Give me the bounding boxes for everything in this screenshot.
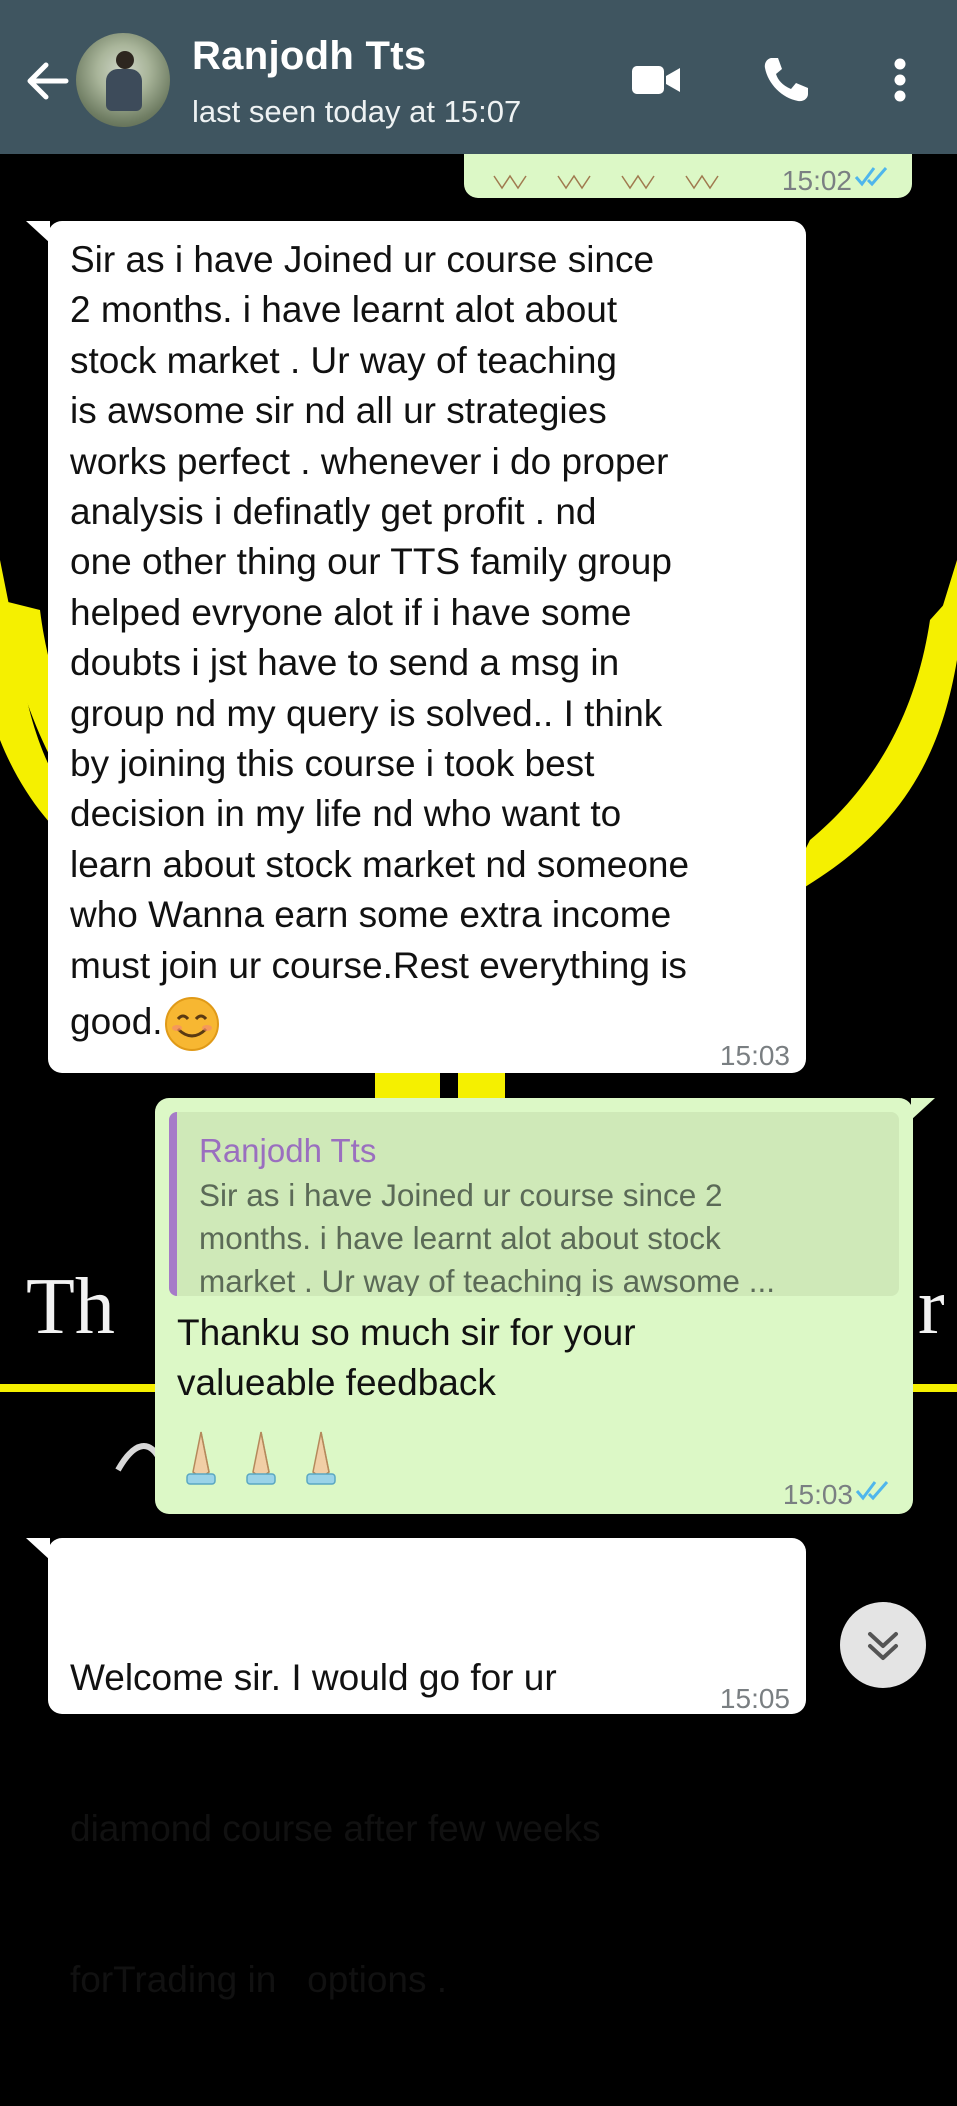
quoted-line: months. i have learnt alot about stock bbox=[199, 1220, 721, 1256]
message-line: 2 months. i have learnt alot about bbox=[70, 289, 618, 331]
message-line: by joining this course i took best bbox=[70, 743, 595, 785]
message-line: works perfect . whenever i do proper bbox=[70, 440, 669, 482]
outgoing-reply-message[interactable]: Ranjodh Tts Sir as i have Joined ur cour… bbox=[155, 1098, 935, 1514]
quoted-line: market . Ur way of teaching is awsome ..… bbox=[199, 1263, 775, 1296]
wallpaper-text-right: r bbox=[918, 1263, 945, 1351]
message-time: 15:05 bbox=[719, 1683, 790, 1714]
message-line: Welcome sir. I would go for ur bbox=[70, 1656, 557, 1698]
last-seen-status: last seen today at 15:07 bbox=[192, 94, 522, 129]
message-line: forTrading in options . bbox=[70, 1959, 448, 2001]
message-line: stock market . Ur way of teaching bbox=[70, 339, 617, 381]
smiling-face-emoji bbox=[164, 997, 219, 1052]
more-vert-icon[interactable] bbox=[880, 52, 920, 108]
message-line: group nd my query is solved.. I think bbox=[70, 692, 663, 734]
folded-hands-emoji-row bbox=[186, 1431, 336, 1485]
chat-header: Ranjodh Tts last seen today at 15:07 bbox=[0, 0, 957, 154]
message-line: good. bbox=[70, 1000, 163, 1042]
quoted-sender-name: Ranjodh Tts bbox=[199, 1132, 377, 1169]
video-call-icon[interactable] bbox=[628, 52, 684, 108]
incoming-message[interactable]: Welcome sir. I would go for ur diamond c… bbox=[26, 1538, 806, 2000]
double-chevron-down-icon bbox=[868, 1632, 898, 1660]
message-line: is awsome sir nd all ur strategies bbox=[70, 390, 607, 432]
message-line: analysis i definatly get profit . nd bbox=[70, 491, 597, 533]
message-time: 15:03 bbox=[782, 1479, 853, 1510]
read-receipt-icon bbox=[855, 1481, 889, 1501]
message-line: Sir as i have Joined ur course since bbox=[70, 239, 655, 280]
voice-call-icon[interactable] bbox=[758, 52, 814, 108]
message-line: who Wanna earn some extra income bbox=[70, 894, 672, 936]
message-line: Thanku so much sir for your bbox=[177, 1312, 636, 1353]
message-line: helped evryone alot if i have some bbox=[70, 591, 632, 633]
message-time: 15:02 bbox=[781, 165, 852, 196]
message-line: must join ur course.Rest everything is bbox=[70, 944, 687, 986]
message-time: 15:03 bbox=[719, 1040, 790, 1071]
quoted-message[interactable]: Ranjodh Tts Sir as i have Joined ur cour… bbox=[169, 1112, 899, 1296]
message-line: doubts i jst have to send a msg in bbox=[70, 642, 620, 684]
wallpaper-text-left: Th bbox=[26, 1263, 115, 1351]
read-receipt-icon bbox=[854, 167, 888, 187]
message-line: decision in my life nd who want to bbox=[70, 793, 622, 835]
back-arrow-icon[interactable] bbox=[22, 56, 72, 106]
message-line: valueable feedback bbox=[177, 1362, 496, 1404]
contact-name[interactable]: Ranjodh Tts bbox=[192, 34, 426, 79]
raising-hands-emoji-row bbox=[490, 160, 720, 210]
quoted-line: Sir as i have Joined ur course since 2 bbox=[199, 1177, 723, 1213]
message-line: learn about stock market nd someone bbox=[70, 843, 690, 885]
avatar[interactable] bbox=[76, 33, 170, 127]
incoming-message[interactable]: Sir as i have Joined ur course since 2 m… bbox=[26, 221, 806, 1073]
message-line: diamond course after few weeks bbox=[70, 1808, 601, 1850]
message-line: one other thing our TTS family group bbox=[70, 541, 672, 583]
scroll-to-bottom-button[interactable] bbox=[840, 1602, 926, 1688]
